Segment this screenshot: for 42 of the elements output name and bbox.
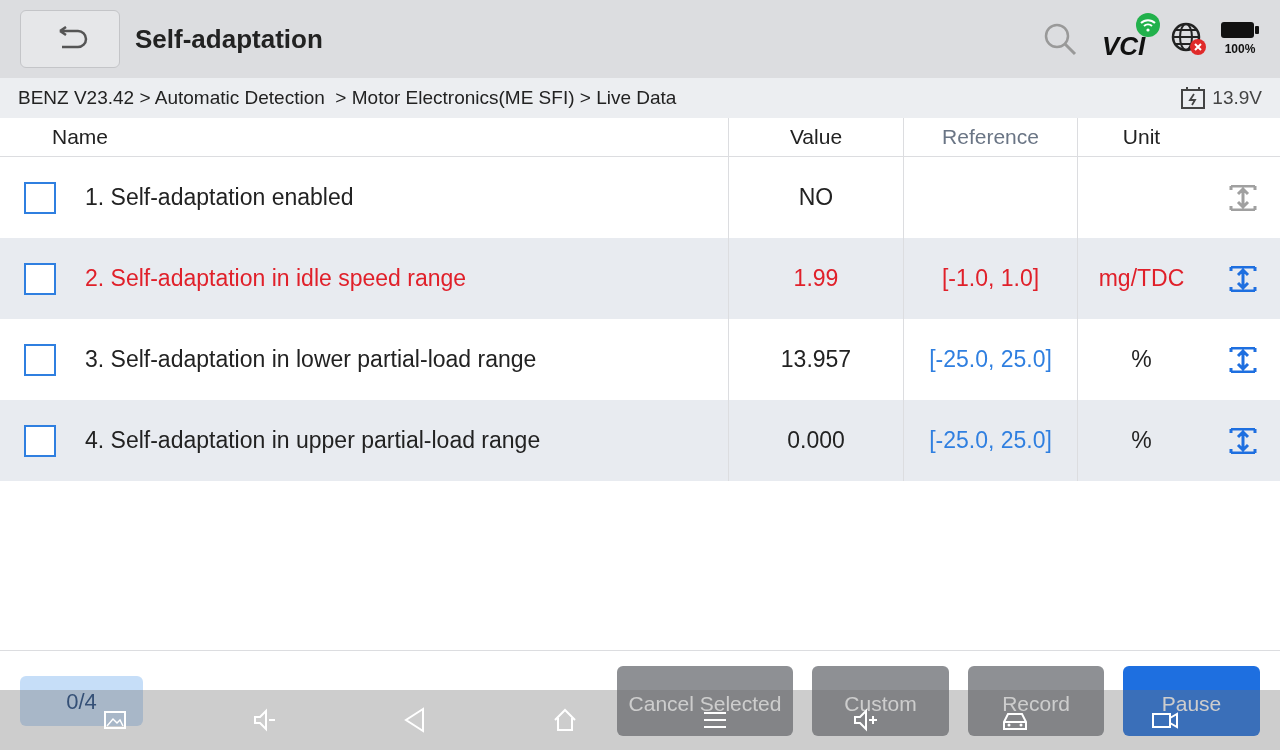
voltage-reading: 13.9V (1212, 85, 1262, 110)
back-button[interactable] (20, 10, 120, 68)
column-header: Reference (942, 124, 1039, 151)
column-header: Name (52, 124, 109, 151)
table-cell-text: NO (798, 183, 834, 213)
column-header: Unit (1122, 124, 1161, 151)
battery-percent: 100% (1224, 41, 1256, 58)
parameter-name: 1. Self-adaptation enabled (85, 183, 354, 213)
parameter-name: 2. Self-adaptation in idle speed range (85, 264, 467, 294)
expand-vertical-icon[interactable] (1228, 346, 1257, 373)
table-cell-text: 1.99 (793, 264, 839, 294)
expand-vertical-icon[interactable] (1228, 427, 1257, 454)
wifi-badge-icon (1136, 13, 1160, 37)
action-button[interactable]: Custom (812, 666, 949, 736)
parameter-name: 4. Self-adaptation in upper partial-load range (85, 426, 541, 456)
table-cell-text: % (1131, 345, 1152, 375)
vci-label[interactable]: VCI (1102, 33, 1146, 59)
checkbox[interactable] (24, 181, 56, 214)
car-battery-icon (1180, 86, 1207, 110)
globe-offline-icon[interactable] (1170, 21, 1208, 57)
parameter-name: 3. Self-adaptation in lower partial-load range (85, 345, 537, 375)
table-cell-text: mg/TDC (1098, 264, 1185, 294)
table-cell-text: 0.000 (787, 426, 845, 456)
table-cell-text: 13.957 (780, 345, 852, 375)
action-button[interactable]: Cancel Selected (617, 666, 793, 736)
selection-count: 0/4 (20, 676, 143, 726)
checkbox[interactable] (24, 343, 56, 376)
action-button[interactable]: Pause (1123, 666, 1260, 736)
breadcrumb: BENZ V23.42 > Automatic Detection > Motor Electronics(ME SFI) > Live Data (18, 85, 677, 110)
checkbox[interactable] (24, 424, 56, 457)
table-cell-text: [-1.0, 1.0] (941, 264, 1040, 294)
table-cell-text: % (1131, 426, 1152, 456)
checkbox[interactable] (24, 262, 56, 295)
page-title: Self-adaptation (135, 22, 323, 56)
search-icon[interactable] (1042, 21, 1078, 57)
expand-vertical-icon[interactable] (1228, 265, 1257, 292)
battery-icon (1220, 20, 1260, 40)
expand-vertical-icon[interactable] (1228, 184, 1257, 211)
column-header: Value (789, 124, 843, 151)
action-button[interactable]: Record (968, 666, 1104, 736)
table-cell-text: [-25.0, 25.0] (929, 345, 1052, 375)
table-cell-text: [-25.0, 25.0] (929, 426, 1052, 456)
